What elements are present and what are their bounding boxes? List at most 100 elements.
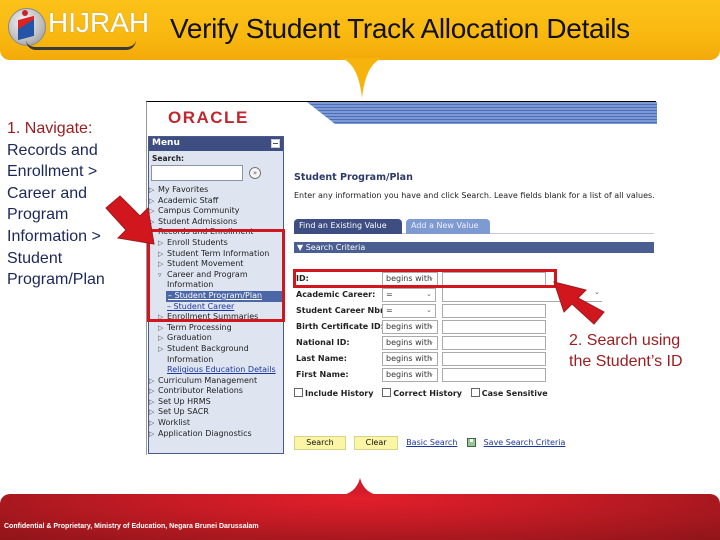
- menu-title: Menu: [152, 138, 180, 148]
- instructions: Enter any information you have and click…: [294, 191, 655, 200]
- field-row-last-name: Last Name: begins with ⌄: [294, 352, 614, 367]
- first-name-input[interactable]: [442, 368, 546, 382]
- menu-item-label: Application Diagnostics: [158, 428, 252, 438]
- correct-history-checkbox[interactable]: Correct History: [382, 388, 462, 398]
- step2-annotation: 2. Search using the Student’s ID: [569, 330, 719, 372]
- menu-item[interactable]: ▷ Curriculum Management: [149, 376, 283, 387]
- menu-item-label: Curriculum Management: [158, 375, 258, 385]
- content-title: Student Program/Plan: [294, 172, 413, 183]
- menu-item-label: My Favorites: [158, 185, 209, 194]
- triangle-right-icon: ▷: [149, 408, 155, 417]
- menu-search-input[interactable]: [151, 165, 243, 181]
- operator-value: =: [386, 290, 393, 299]
- footer-text: Confidential & Proprietary, Ministry of …: [4, 523, 259, 530]
- double-chevron-right-icon[interactable]: »: [249, 167, 261, 179]
- menu-search-label: Search:: [152, 154, 185, 163]
- menu-item[interactable]: ▷ Graduation: [149, 333, 283, 344]
- step2-line: the Student’s ID: [569, 353, 683, 370]
- case-sensitive-checkbox[interactable]: Case Sensitive: [470, 388, 548, 398]
- triangle-right-icon: ▷: [158, 334, 164, 343]
- checkbox-label: Case Sensitive: [481, 389, 548, 398]
- menu-item-label: Academic Staff: [158, 195, 219, 205]
- menu-header: Menu: [149, 137, 283, 151]
- oracle-logo: ORACLE: [168, 108, 249, 127]
- save-search-criteria-link[interactable]: Save Search Criteria: [484, 438, 566, 447]
- step1-line: Program/Plan: [7, 271, 105, 289]
- arrow-to-menu-icon: [105, 195, 155, 245]
- tab-add-new[interactable]: Add a New Value: [406, 219, 490, 234]
- operator-select[interactable]: begins with ⌄: [382, 320, 438, 334]
- menu-item-label: Campus Community: [158, 206, 240, 216]
- tab-find-existing[interactable]: Find an Existing Value: [294, 219, 402, 234]
- career-nbr-input[interactable]: [442, 304, 546, 318]
- field-label: Student Career Nbr:: [296, 306, 388, 315]
- menu-item-label: Graduation: [167, 333, 212, 343]
- operator-select[interactable]: begins with ⌄: [382, 368, 438, 382]
- menu-item-label: Term Processing: [167, 322, 232, 332]
- menu-item[interactable]: ▷ Term Processing: [149, 323, 283, 334]
- checkbox-icon: [382, 388, 392, 397]
- menu-item[interactable]: ▷ Campus Community: [149, 206, 283, 217]
- birth-cert-input[interactable]: [442, 320, 546, 334]
- operator-value: =: [386, 306, 393, 315]
- operator-select[interactable]: begins with ⌄: [382, 336, 438, 350]
- logo-text: HIJRAH: [48, 7, 150, 38]
- last-name-input[interactable]: [442, 352, 546, 366]
- menu-item[interactable]: Religious Education Details: [149, 365, 283, 376]
- chevron-down-icon: ⌄: [426, 306, 432, 314]
- chevron-down-icon: ⌄: [428, 322, 434, 330]
- section-title: Search Criteria: [305, 243, 366, 252]
- menu-item-label: Student Admissions: [158, 216, 238, 226]
- triangle-right-icon: ▷: [149, 376, 155, 385]
- action-bar: Search Clear Basic Search Save Search Cr…: [294, 432, 569, 451]
- search-button[interactable]: Search: [294, 435, 346, 450]
- operator-select[interactable]: = ⌄: [382, 288, 436, 302]
- triangle-right-icon: ▷: [149, 419, 155, 428]
- field-row-first-name: First Name: begins with ⌄: [294, 368, 614, 383]
- menu-item[interactable]: ▷ Student Background: [149, 344, 283, 355]
- crest-icon: [22, 10, 28, 16]
- menu-item[interactable]: ▷ My Favorites: [149, 185, 283, 196]
- search-criteria-header[interactable]: ▼ Search Criteria: [294, 242, 654, 253]
- menu-item-label: Worklist: [158, 418, 191, 428]
- menu-item-label: Contributor Relations: [158, 386, 243, 396]
- menu-item[interactable]: ▷ Contributor Relations: [149, 386, 283, 397]
- header-banner: HIJRAH Verify Student Track Allocation D…: [0, 0, 720, 60]
- banner-pointer: [340, 58, 384, 98]
- operator-value: begins with: [386, 338, 433, 347]
- triangle-right-icon: ▷: [149, 429, 155, 438]
- collapse-icon[interactable]: [271, 139, 280, 148]
- chevron-down-icon: ⌄: [428, 354, 434, 362]
- page-title: Verify Student Track Allocation Details: [170, 13, 630, 44]
- clear-button[interactable]: Clear: [354, 435, 399, 450]
- menu-item[interactable]: ▷ Set Up HRMS: [149, 397, 283, 408]
- checkbox-label: Correct History: [393, 389, 462, 398]
- include-history-checkbox[interactable]: Include History: [294, 388, 373, 398]
- step1-line: Enrollment >: [7, 163, 98, 181]
- checkbox-icon: [470, 388, 480, 397]
- id-highlight-box: [293, 269, 557, 288]
- step1-line: Records and: [7, 141, 98, 159]
- national-id-input[interactable]: [442, 336, 546, 350]
- field-label: Academic Career:: [296, 290, 376, 299]
- operator-select[interactable]: begins with ⌄: [382, 352, 438, 366]
- triangle-right-icon: ▷: [149, 387, 155, 396]
- field-label: First Name:: [296, 370, 349, 379]
- checkbox-label: Include History: [305, 389, 374, 398]
- operator-select[interactable]: = ⌄: [382, 304, 436, 318]
- hijrah-logo: HIJRAH: [4, 4, 154, 54]
- menu-item[interactable]: ▷ Academic Staff: [149, 196, 283, 207]
- menu-item[interactable]: ▷ Student Admissions: [149, 217, 283, 228]
- checkbox-row: Include History Correct History Case Sen…: [294, 388, 554, 398]
- operator-value: begins with: [386, 370, 433, 379]
- save-icon[interactable]: [466, 438, 476, 447]
- menu-item[interactable]: ▷ Set Up SACR: [149, 407, 283, 418]
- footer-bar: [0, 494, 720, 540]
- basic-search-link[interactable]: Basic Search: [406, 438, 457, 447]
- menu-item[interactable]: ▷ Worklist: [149, 418, 283, 429]
- menu-item-label: Information: [167, 354, 214, 364]
- operator-value: begins with: [386, 354, 433, 363]
- tab-bar: Find an Existing Value Add a New Value: [294, 219, 654, 234]
- menu-item[interactable]: ▷ Application Diagnostics: [149, 429, 283, 440]
- menu-item-label: Religious Education Details: [167, 365, 276, 375]
